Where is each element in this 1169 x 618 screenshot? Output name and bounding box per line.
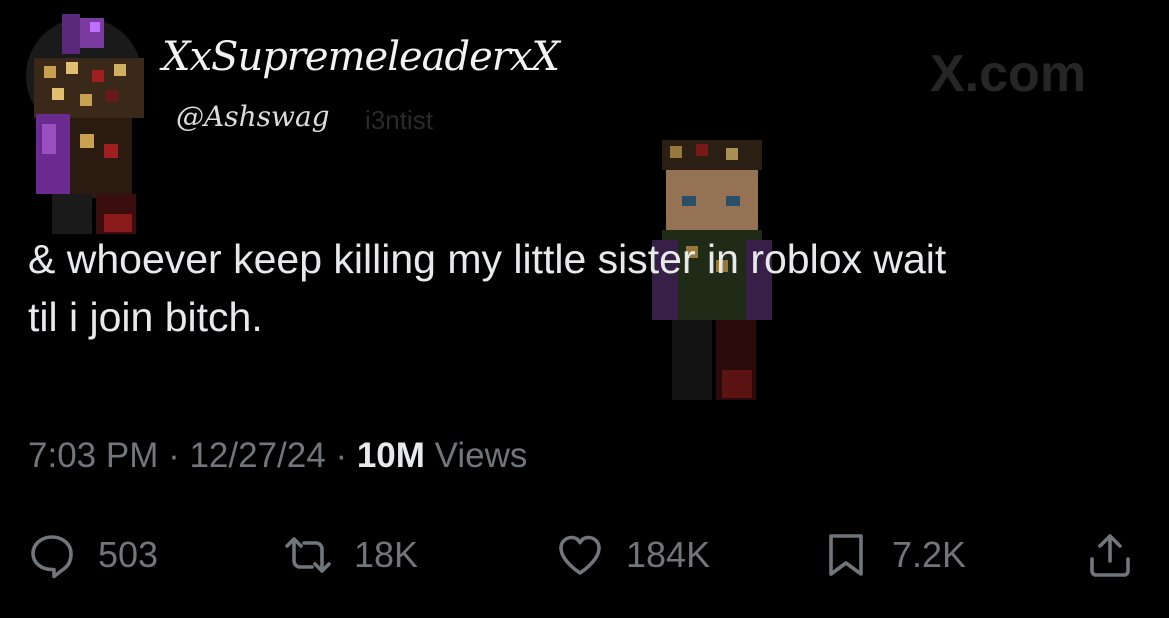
tweet-time[interactable]: 7:03 PM — [28, 436, 158, 475]
views-count[interactable]: 10M — [357, 436, 425, 475]
bookmark-icon — [829, 534, 863, 576]
meta-separator: · — [158, 436, 190, 475]
reply-button[interactable]: 503 — [28, 525, 158, 585]
repost-icon — [285, 537, 331, 573]
minecraft-skin-avatar-icon[interactable] — [22, 14, 150, 242]
repost-count: 18K — [354, 534, 419, 575]
views-label: Views — [424, 436, 528, 475]
like-count: 184K — [626, 534, 711, 575]
author-handle[interactable]: @Ashswag — [176, 100, 330, 133]
bookmark-count: 7.2K — [892, 534, 967, 575]
tweet-meta: 7:03 PM · 12/27/24 · 10M Views — [28, 436, 527, 476]
repost-button[interactable]: 18K — [284, 525, 418, 585]
tweet-date[interactable]: 12/27/24 — [189, 436, 325, 475]
reply-icon — [31, 535, 73, 579]
reply-count: 503 — [98, 534, 159, 575]
heart-icon — [559, 535, 601, 575]
meta-separator: · — [325, 436, 357, 475]
tweet-actions-bar: 503 18K 184K 7.2K — [0, 525, 1169, 585]
author-display-name[interactable]: XxSupremeleaderxX — [162, 34, 560, 80]
share-button[interactable] — [1086, 525, 1156, 585]
tweet-text: & whoever keep killing my little sister … — [28, 236, 947, 340]
bookmark-button[interactable]: 7.2K — [822, 525, 966, 585]
like-button[interactable]: 184K — [556, 525, 710, 585]
author-handle-ghost: i3ntist — [365, 105, 433, 135]
x-com-watermark: X.com — [930, 45, 1087, 103]
share-icon — [1090, 534, 1130, 577]
